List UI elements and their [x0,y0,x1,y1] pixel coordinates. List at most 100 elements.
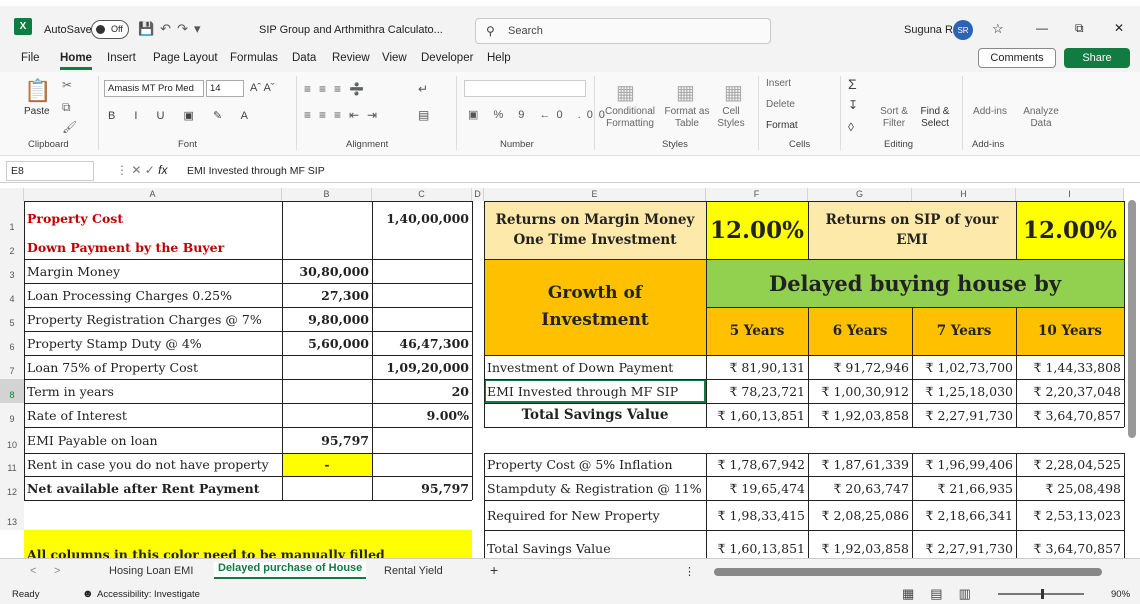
table-cell[interactable]: ₹ 1,98,33,415 [706,500,808,530]
cut-icon[interactable]: ✂ [62,78,72,92]
table-cell[interactable]: ₹ 1,60,13,851 [706,536,808,560]
close-button[interactable]: ✕ [1114,21,1124,35]
menu-review[interactable]: Review [332,52,370,64]
avatar[interactable]: SR [953,20,973,40]
table-cell[interactable]: ₹ 2,28,04,525 [1016,453,1124,476]
cell-stamp-label[interactable]: Property Stamp Duty @ 4% [24,331,282,355]
table-row-label[interactable]: Total Savings Value [484,403,706,427]
row-header[interactable]: 11 [0,453,24,476]
table-cell[interactable]: ₹ 1,44,33,808 [1016,355,1124,379]
cell-rent-label[interactable]: Rent in case you do not have property [24,453,282,476]
table-cell[interactable]: ₹ 1,02,73,700 [912,355,1016,379]
cell-net-value[interactable]: 95,797 [372,476,472,500]
more-options-icon[interactable]: ⋮ [684,565,695,578]
analyze-data-button[interactable]: Analyze Data [1022,106,1060,130]
row-header[interactable]: 2 [0,235,24,259]
wrap-text-icon[interactable]: ↵ [418,82,428,96]
cell-property-cost-label[interactable]: Property Cost [24,201,282,235]
table-cell[interactable]: ₹ 2,53,13,023 [1016,500,1124,530]
next-sheet-icon[interactable]: > [54,565,60,577]
merge-center-icon[interactable]: ▤ [418,108,429,122]
table-cell[interactable]: ₹ 81,90,131 [706,355,808,379]
table-cell[interactable]: ₹ 3,64,70,857 [1016,403,1124,427]
tab-hosing-loan-emi[interactable]: Hosing Loan EMI [109,565,193,577]
paste-button[interactable]: Paste [24,106,50,117]
share-button[interactable]: Share [1064,48,1130,68]
table-row-label[interactable]: Required for New Property [484,500,706,530]
view-mode-icons[interactable]: ▦▤▥ [902,586,987,602]
cell-margin-label[interactable]: Margin Money [24,259,282,283]
zoom-slider-thumb[interactable] [1041,589,1044,599]
cell-ret-sip-label[interactable]: Returns on SIP of your EMI [808,201,1016,259]
copy-icon[interactable]: ⧉ [62,100,71,115]
column-header-c[interactable]: C [372,188,472,201]
cell-stamp-value[interactable]: 5,60,000 [282,331,372,355]
menu-help[interactable]: Help [487,52,511,64]
table-cell[interactable]: ₹ 91,72,946 [808,355,912,379]
table-cell[interactable]: ₹ 20,63,747 [808,476,912,500]
cell-reg-label[interactable]: Property Registration Charges @ 7% [24,307,282,331]
formula-content[interactable]: EMI Invested through MF SIP [187,165,325,177]
format-as-table-button[interactable]: Format as Table [662,106,712,130]
fill-icon[interactable]: ↧ [848,98,858,112]
menu-page-layout[interactable]: Page Layout [153,52,218,64]
table-cell[interactable]: ₹ 2,08,25,086 [808,500,912,530]
autosave-toggle[interactable]: Off [91,20,129,39]
minimize-button[interactable]: — [1036,21,1048,35]
number-format-icons[interactable]: ▣ % 9 ←0 .00 [468,108,611,121]
select-all-corner[interactable] [0,188,24,201]
lightbulb-icon[interactable]: ☆ [992,21,1004,37]
table-cell[interactable]: ₹ 1,96,99,406 [912,453,1016,476]
restore-button[interactable]: ⧉ [1075,21,1084,36]
insert-cells-button[interactable]: Insert [766,78,791,89]
table-cell[interactable]: ₹ 19,65,474 [706,476,808,500]
row-header[interactable]: 5 [0,307,24,331]
horizontal-scrollbar[interactable] [714,568,1102,576]
cell-year-5[interactable]: 5 Years [706,307,808,355]
row-header[interactable]: 1 [0,201,24,235]
cell-net-label[interactable]: Net available after Rent Payment [24,476,282,500]
row-header[interactable]: 6 [0,331,24,355]
cell-down-payment-label[interactable]: Down Payment by the Buyer [24,235,282,259]
table-cell[interactable]: ₹ 1,92,03,858 [808,536,912,560]
table-cell[interactable]: ₹ 1,87,61,339 [808,453,912,476]
font-grow-icon[interactable]: Aˆ Aˇ [250,82,274,94]
cell-rate-label[interactable]: Rate of Interest [24,403,282,427]
cell-year-6[interactable]: 6 Years [808,307,912,355]
conditional-formatting-icon[interactable]: ▦ [616,80,635,105]
user-name[interactable]: Suguna R [904,24,953,36]
column-header-f[interactable]: F [706,188,808,201]
menu-data[interactable]: Data [292,52,316,64]
menu-formulas[interactable]: Formulas [230,52,278,64]
cell-property-cost-value[interactable]: 1,40,00,000 [372,201,472,235]
menu-home[interactable]: Home [60,52,92,70]
cell-reg-value[interactable]: 9,80,000 [282,307,372,331]
prev-sheet-icon[interactable]: < [30,565,36,577]
clear-icon[interactable]: ◊ [848,120,854,134]
row-header[interactable]: 4 [0,283,24,307]
table-cell[interactable]: ₹ 1,92,03,858 [808,403,912,427]
table-cell[interactable]: ₹ 2,27,91,730 [912,536,1016,560]
formula-icons[interactable]: ⋮ ✕ ✓ fx [116,163,167,177]
font-size-select[interactable]: 14 [206,80,244,97]
table-cell[interactable]: ₹ 21,66,935 [912,476,1016,500]
cell-delayed[interactable]: Delayed buying house by [706,259,1124,307]
align-horizontal-icons[interactable]: ≡≡≡⇤⇥ [304,108,385,122]
menu-file[interactable]: File [21,52,40,64]
table-row-label[interactable]: Property Cost @ 5% Inflation [484,453,706,476]
cell-emi-label[interactable]: EMI Payable on loan [24,427,282,453]
cell-styles-icon[interactable]: ▦ [724,80,743,105]
autosum-icon[interactable]: Σ [848,76,857,92]
document-title[interactable]: SIP Group and Arthmithra Calculato... [259,24,443,36]
cell-ret-margin-label[interactable]: Returns on Margin Money One Time Investm… [484,201,706,259]
format-as-table-icon[interactable]: ▦ [676,80,695,105]
cell-loan75-value[interactable]: 1,09,20,000 [372,355,472,379]
row-header[interactable]: 9 [0,403,24,427]
cell-loan-proc-label[interactable]: Loan Processing Charges 0.25% [24,283,282,307]
cell-emi-value[interactable]: 95,797 [282,427,372,453]
addins-button[interactable]: Add-ins [972,106,1008,117]
column-header-e[interactable]: E [484,188,706,201]
fx-icon[interactable]: fx [158,163,167,177]
menu-insert[interactable]: Insert [107,52,136,64]
table-cell[interactable]: ₹ 1,25,18,030 [912,379,1016,403]
